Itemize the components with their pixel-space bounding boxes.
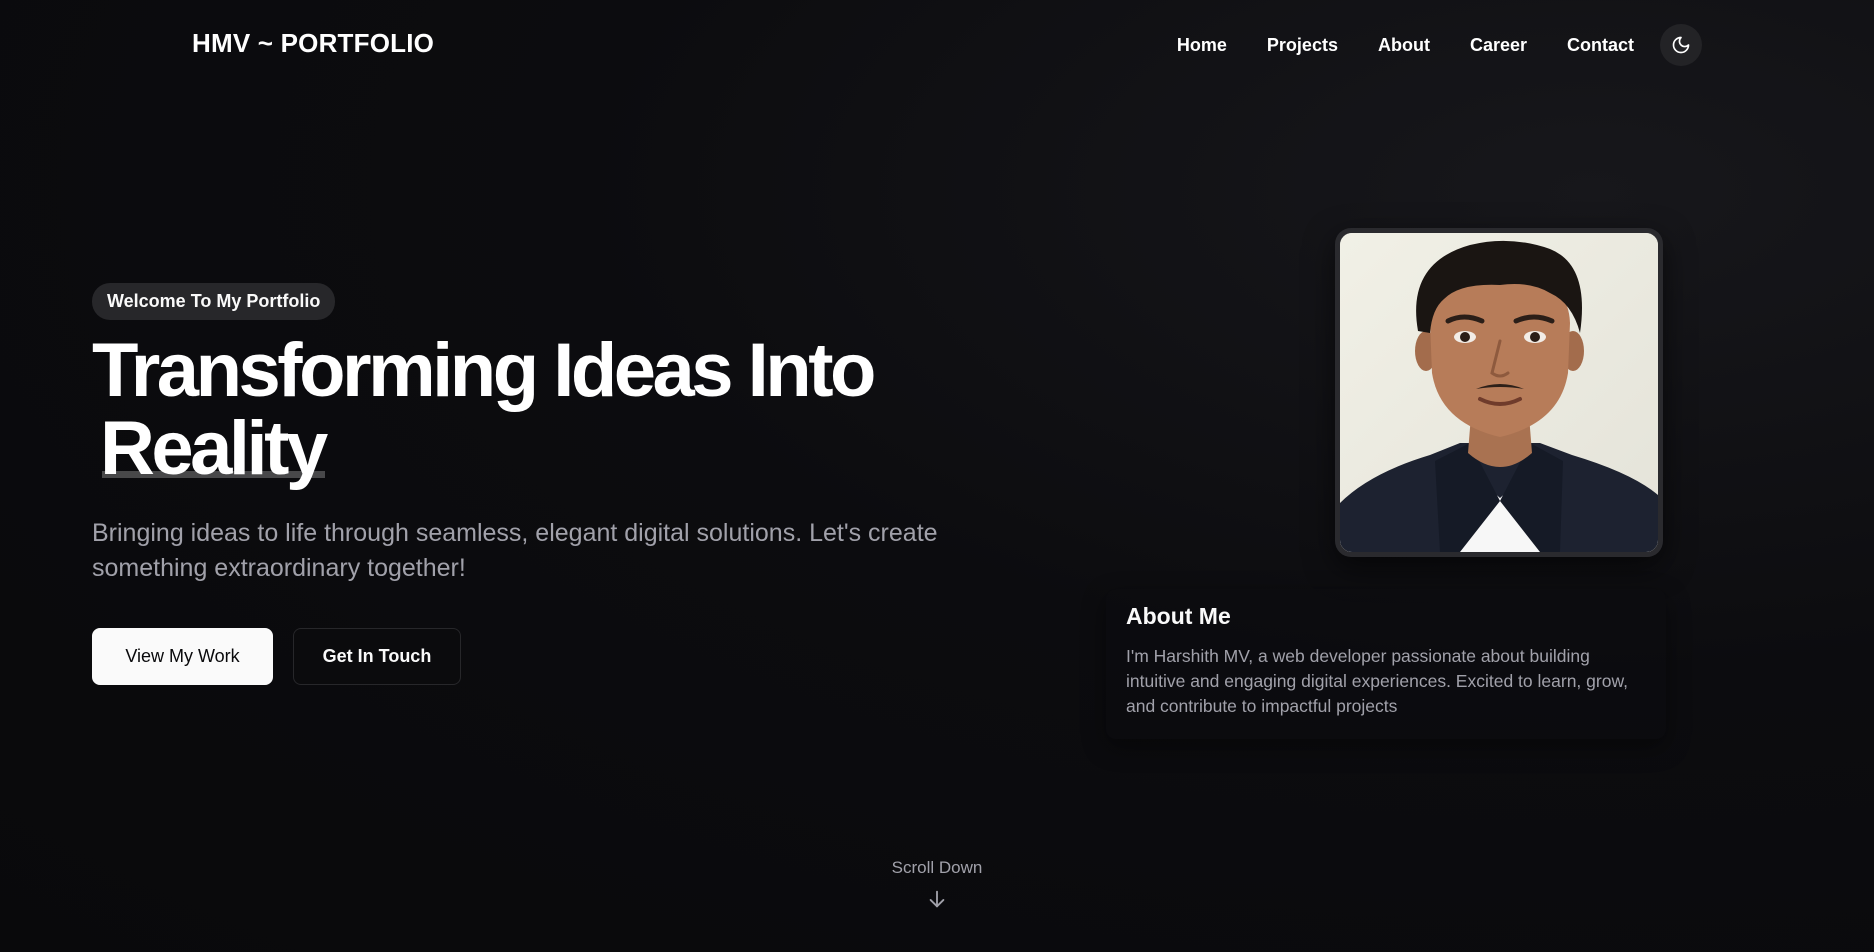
headline-line-2: Reality	[100, 406, 328, 491]
hero-subtitle: Bringing ideas to life through seamless,…	[92, 519, 938, 582]
about-me-title: About Me	[1126, 603, 1231, 629]
profile-photo-frame	[1335, 228, 1663, 557]
moon-icon	[1672, 36, 1690, 54]
nav-about[interactable]: About	[1358, 22, 1450, 68]
scroll-down-label: Scroll Down	[891, 858, 983, 877]
headline-line-1: Transforming Ideas Into	[92, 328, 876, 413]
nav-contact[interactable]: Contact	[1547, 22, 1654, 68]
profile-photo	[1340, 233, 1658, 552]
view-my-work-button[interactable]: View My Work	[92, 628, 273, 685]
nav-projects[interactable]: Projects	[1247, 22, 1358, 68]
nav-career[interactable]: Career	[1450, 22, 1547, 68]
hero-headline: Transforming Ideas Into Reality	[92, 332, 992, 488]
nav-home[interactable]: Home	[1157, 22, 1247, 68]
welcome-badge: Welcome To My Portfolio	[92, 283, 336, 320]
main-nav: Home Projects About Career Contact	[1157, 22, 1702, 68]
scroll-down-indicator[interactable]: Scroll Down	[877, 858, 997, 910]
portfolio-page: HMV ~ PORTFOLIO Home Projects About Care…	[0, 0, 1874, 952]
brand-logo[interactable]: HMV ~ PORTFOLIO	[192, 28, 434, 59]
arrow-down-icon	[929, 890, 945, 908]
about-me-text: I'm Harshith MV, a web developer passion…	[1126, 646, 1628, 716]
theme-toggle-button[interactable]	[1660, 24, 1702, 66]
get-in-touch-button[interactable]: Get In Touch	[293, 628, 461, 685]
about-me-card: About Me I'm Harshith MV, a web develope…	[1106, 589, 1666, 739]
